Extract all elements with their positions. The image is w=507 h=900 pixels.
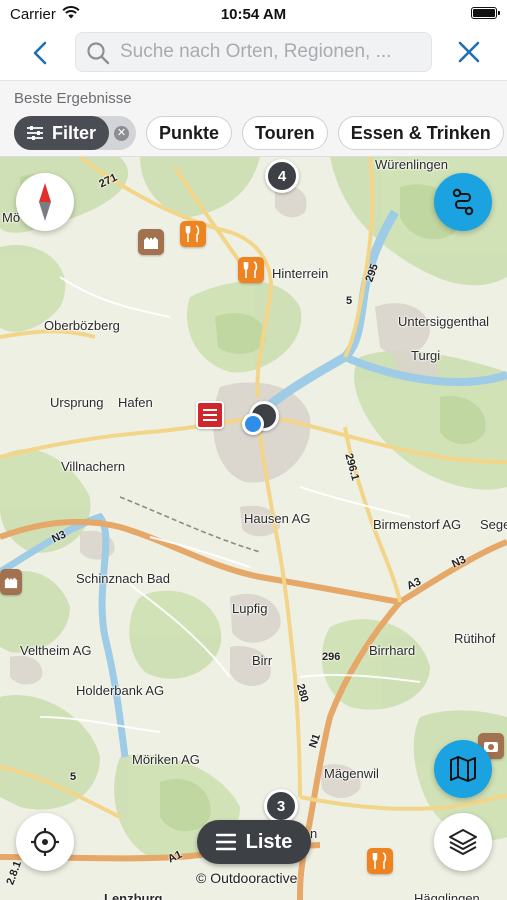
place-label: Birrhard [369,643,416,658]
place-label: Hinterrein [272,266,329,281]
chevron-left-icon [33,41,47,65]
search-input[interactable] [120,33,425,71]
sliders-icon [27,126,43,140]
route-icon [452,188,474,216]
place-label: Hausen AG [244,511,311,526]
poi-cluster[interactable]: 4 [265,159,299,193]
place-label: Lupfig [232,601,268,616]
chip-essen-trinken[interactable]: Essen & Trinken [337,116,504,150]
sight-poi[interactable] [0,569,22,595]
search-header [0,28,507,80]
place-label: Würenlingen [375,157,448,172]
castle-icon [4,577,18,589]
filter-chip-label: Filter [52,122,97,143]
list-view-button[interactable]: Liste [197,820,311,864]
place-label: n [310,826,318,841]
map-view[interactable]: Würenlingen Mö Hinterrein Oberbözberg Un… [0,157,507,900]
road-number: 5 [70,771,77,783]
layers-icon [449,829,477,856]
castle-icon [144,237,158,249]
place-label: Holderbank AG [76,683,165,698]
map-style-button[interactable] [434,740,492,798]
place-label: Hägglingen [414,891,480,900]
chip-punkte[interactable]: Punkte [146,116,233,150]
cutlery-icon [185,225,200,242]
road-number: 5 [346,295,353,307]
locate-me-button[interactable] [16,813,74,871]
place-label: Rütihof [454,631,496,646]
poi-cluster[interactable]: 3 [264,789,298,823]
chip-touren[interactable]: Touren [242,116,328,150]
route-planner-button[interactable] [434,173,492,231]
layers-button[interactable] [434,813,492,871]
section-label: Beste Ergebnisse [14,90,132,107]
place-label: Veltheim AG [20,643,92,658]
search-icon [87,42,110,65]
place-label: Birmenstorf AG [373,517,462,532]
place-label: Möriken AG [132,752,200,767]
status-bar: Carrier 10:54 AM [0,0,507,28]
compass-icon [39,183,51,221]
place-label: Untersiggenthal [398,314,490,329]
clear-filter-icon[interactable]: ✕ [114,126,129,141]
filter-chips: Filter ✕ Punkte Touren Essen & Trinken [14,116,504,150]
filter-bar: Beste Ergebnisse Filter ✕ Punkte Touren … [0,80,507,157]
back-button[interactable] [28,38,52,68]
compass-button[interactable] [16,173,74,231]
place-label: Birr [252,653,273,668]
sight-poi[interactable] [138,229,164,255]
list-view-label: Liste [245,830,293,853]
map-icon [450,756,476,782]
close-icon [458,41,480,63]
place-label: Hafen [118,395,153,410]
close-button[interactable] [455,38,483,66]
road-number: 296 [322,651,341,663]
cutlery-icon [243,261,258,278]
place-label: Villnachern [61,459,126,474]
place-label: Turgi [411,348,441,363]
search-field[interactable] [75,32,432,72]
list-icon [215,833,236,851]
filter-chip-active[interactable]: Filter [14,116,109,150]
food-poi[interactable] [238,257,264,283]
filter-chip[interactable]: Filter ✕ [14,116,136,150]
bed-icon [203,409,217,421]
user-location-marker [242,413,264,435]
place-label: Mägenwil [324,766,379,781]
place-label: Ursprung [50,395,104,410]
hotel-poi[interactable] [196,401,224,429]
place-label: Schinznach Bad [76,571,170,586]
place-label: Oberbözberg [44,318,120,333]
cutlery-icon [372,852,387,869]
food-poi[interactable] [367,848,393,874]
place-label: Lenzburg [104,891,163,900]
clock: 10:54 AM [220,6,287,23]
battery-icon [471,7,500,19]
crosshair-icon [31,828,59,856]
map-attribution: © Outdooractive [196,870,298,886]
food-poi[interactable] [180,221,206,247]
place-label: Sege [480,517,507,532]
